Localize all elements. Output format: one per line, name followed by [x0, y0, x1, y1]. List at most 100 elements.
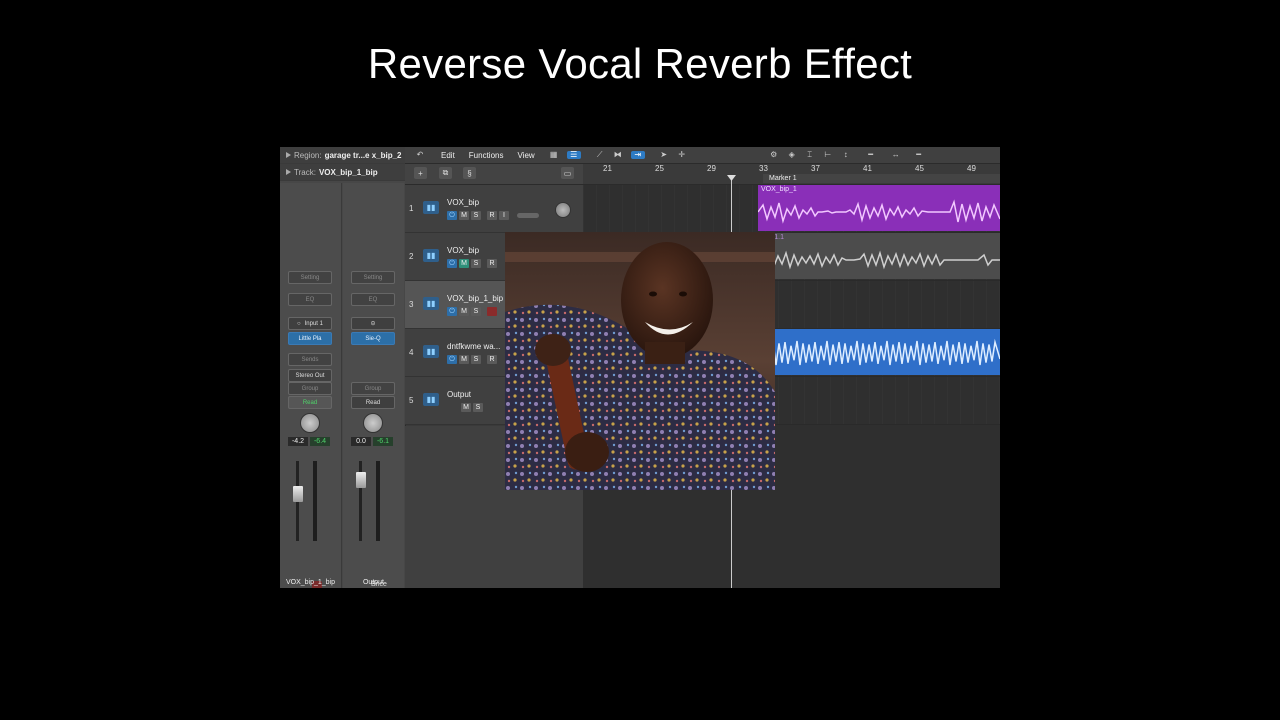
track-number: 5 — [409, 396, 414, 405]
video-title: Reverse Vocal Reverb Effect — [367, 40, 913, 87]
crosshair-tool-icon[interactable]: ✛ — [677, 151, 687, 159]
audio-track-icon: ▮▮ — [423, 345, 439, 358]
functions-menu[interactable]: Functions — [469, 151, 504, 160]
gear-icon[interactable]: ⚙ — [769, 151, 779, 159]
bar-ruler[interactable]: 21 25 29 33 37 41 45 49 Marker 1 — [583, 164, 1000, 185]
track-name[interactable]: Output — [447, 390, 471, 399]
group-slot[interactable]: Group — [351, 382, 395, 395]
audio-region[interactable] — [758, 329, 1000, 375]
region-value: garage tr...e x_bip_2 — [324, 150, 402, 160]
track-buttons: ⏻ M S R — [447, 355, 497, 364]
record-button[interactable]: R — [487, 211, 497, 220]
solo-button[interactable]: S — [471, 355, 481, 364]
audio-region[interactable]: bip_1.1 — [758, 233, 1000, 279]
solo-button[interactable]: S — [471, 307, 481, 316]
link-icon[interactable]: ⊝ — [351, 317, 395, 330]
mute-button[interactable]: M — [459, 211, 469, 220]
plugin-slot[interactable]: Sie-Q — [351, 332, 395, 345]
region-label: Region: — [294, 150, 322, 160]
setting-button[interactable]: Setting — [351, 271, 395, 284]
track-number: 3 — [409, 300, 414, 309]
record-button[interactable]: R — [487, 259, 497, 268]
duplicate-track-icon[interactable]: ⧉ — [439, 167, 452, 179]
edit-menu[interactable]: Edit — [441, 151, 455, 160]
solo-button[interactable]: S — [471, 211, 481, 220]
volume-fader-handle[interactable] — [293, 486, 303, 502]
power-icon[interactable]: ⏻ — [447, 211, 457, 220]
input-monitor-button[interactable]: I — [499, 211, 509, 220]
track-name[interactable]: dntfkwme wa... — [447, 342, 500, 351]
waveform-zoom-icon[interactable]: ◈ — [787, 151, 797, 159]
track-volume-slider[interactable] — [517, 213, 539, 218]
grid-view-icon[interactable]: ▦ — [549, 151, 559, 159]
fit-vertical-icon[interactable]: ⌶ — [805, 151, 815, 159]
add-track-button[interactable]: + — [414, 167, 427, 179]
automation-mode[interactable]: Read — [351, 396, 395, 409]
mute-button[interactable]: M — [461, 403, 471, 412]
track-buttons: ⏻ M S R — [447, 259, 497, 268]
track-name[interactable]: VOX_bip_1_bip — [447, 294, 503, 303]
eq-display[interactable]: EQ — [351, 293, 395, 306]
power-icon[interactable]: ⏻ — [447, 307, 457, 316]
tracks-toolbar: ↶ Edit Functions View ▦ ☰ ⟋ ⧓ ⇥ ➤ ✛ ⚙ ◈ … — [405, 147, 1000, 164]
automation-icon[interactable]: ⟋ — [595, 151, 605, 159]
pan-knob[interactable] — [363, 413, 383, 433]
mute-button[interactable]: M — [459, 355, 469, 364]
input-label: Input 1 — [304, 320, 323, 327]
group-slot[interactable]: Group — [288, 382, 332, 395]
channel-strip-vox: Setting EQ ○ Input 1 Little Pla Sends Ste… — [280, 183, 342, 588]
setting-button[interactable]: Setting — [288, 271, 332, 284]
track-number: 2 — [409, 252, 414, 261]
record-button[interactable]: R — [487, 355, 497, 364]
vertical-zoom-icon[interactable]: ↕ — [841, 151, 851, 159]
output-slot[interactable]: Stereo Out — [288, 369, 332, 382]
power-icon[interactable]: ⏻ — [447, 259, 457, 268]
track-name[interactable]: VOX_bip — [447, 198, 479, 207]
volume-fader-handle[interactable] — [356, 472, 366, 488]
overlay-photo — [505, 232, 775, 490]
track-inspector-row[interactable]: Track: VOX_bip_1_bip — [280, 164, 405, 181]
view-menu[interactable]: View — [517, 151, 534, 160]
track-buttons: ⏻ M S — [447, 307, 497, 316]
bar-number: 25 — [655, 164, 664, 173]
global-tracks-icon[interactable]: § — [463, 167, 476, 179]
flex-icon[interactable]: ⧓ — [613, 151, 623, 159]
volume-value: 0.0 — [351, 437, 371, 446]
automation-mode[interactable]: Read — [288, 396, 332, 409]
list-view-icon[interactable]: ☰ — [566, 151, 581, 159]
marker-track[interactable]: Marker 1 — [763, 174, 1000, 183]
disclosure-triangle-icon[interactable] — [286, 152, 291, 158]
catch-icon[interactable]: ⇥ — [630, 151, 645, 159]
eq-display[interactable]: EQ — [288, 293, 332, 306]
solo-button[interactable]: S — [473, 403, 483, 412]
power-icon[interactable]: ⏻ — [447, 355, 457, 364]
horizontal-zoom-icon[interactable]: ↔ — [891, 151, 901, 159]
bar-number: 41 — [863, 164, 872, 173]
plugin-slot[interactable]: Little Pla — [288, 332, 332, 345]
track-buttons: ⏻ M S R I — [447, 211, 539, 220]
track-lane[interactable]: VOX_bip_1 — [583, 185, 1000, 233]
track-row[interactable]: 1 ▮▮ VOX_bip ⏻ M S R I — [405, 185, 583, 233]
mute-button[interactable]: M — [459, 307, 469, 316]
disclosure-triangle-icon[interactable] — [286, 169, 291, 175]
pointer-tool-icon[interactable]: ➤ — [659, 151, 669, 159]
region-name: VOX_bip_1 — [761, 186, 797, 193]
horizontal-zoom-slider[interactable]: ━ — [909, 151, 929, 159]
level-meter — [313, 461, 317, 541]
pan-knob[interactable] — [300, 413, 320, 433]
fit-horizontal-icon[interactable]: ⊢ — [823, 151, 833, 159]
pan-knob[interactable] — [555, 202, 571, 218]
mute-button[interactable]: M — [459, 259, 469, 268]
marker-label[interactable]: Marker 1 — [769, 175, 797, 182]
vertical-zoom-slider[interactable]: ━ — [859, 151, 883, 159]
collapse-icon[interactable]: ▭ — [561, 167, 574, 179]
record-arm-button[interactable] — [487, 307, 497, 316]
waveform — [758, 199, 1000, 224]
track-name[interactable]: VOX_bip — [447, 246, 479, 255]
region-inspector-row[interactable]: Region: garage tr...e x_bip_2 — [280, 147, 405, 164]
audio-region[interactable]: VOX_bip_1 — [758, 185, 1000, 231]
sends-slot[interactable]: Sends — [288, 353, 332, 366]
solo-button[interactable]: S — [471, 259, 481, 268]
undo-icon[interactable]: ↶ — [415, 151, 425, 159]
input-slot[interactable]: ○ Input 1 — [288, 317, 332, 330]
